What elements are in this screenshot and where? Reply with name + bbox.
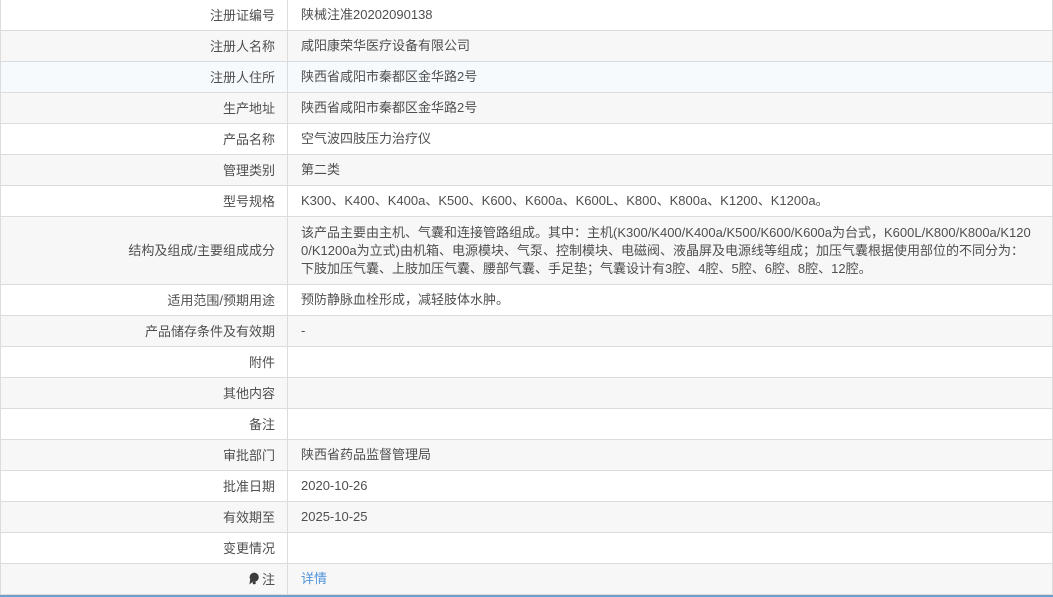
note-label: 注 [262,571,275,588]
row-value: 陕械注准20202090138 [301,6,433,24]
row-value: K300、K400、K400a、K500、K600、K600a、K600L、K8… [301,192,829,210]
row-label: 附件 [1,347,288,377]
table-row-intended-use: 适用范围/预期用途 预防静脉血栓形成，减轻肢体水肿。 [1,285,1052,316]
table-row-approval-date: 批准日期 2020-10-26 [1,471,1052,502]
table-row-change-status: 变更情况 [1,533,1052,564]
row-label: 备注 [1,409,288,439]
table-row-approval-department: 审批部门 陕西省药品监督管理局 [1,440,1052,471]
row-value: 陕西省药品监督管理局 [301,446,431,464]
row-label: 变更情况 [1,533,288,563]
table-row-model-spec: 型号规格 K300、K400、K400a、K500、K600、K600a、K60… [1,186,1052,217]
table-row-registration-number: 注册证编号 陕械注准20202090138 [1,0,1052,31]
registration-info-table: 注册证编号 陕械注准20202090138 注册人名称 咸阳康荣华医疗设备有限公… [0,0,1053,595]
row-label: 注册证编号 [1,0,288,30]
row-label: 结构及组成/主要组成成分 [1,217,288,284]
row-label: 其他内容 [1,378,288,408]
row-label: 产品储存条件及有效期 [1,316,288,346]
row-label: 注册人住所 [1,62,288,92]
table-row-other-content: 其他内容 [1,378,1052,409]
row-value: 2020-10-26 [301,477,368,495]
row-value: 第二类 [301,161,340,179]
table-row-note: 注 详情 [1,564,1052,595]
row-label: 适用范围/预期用途 [1,285,288,315]
table-row-management-category: 管理类别 第二类 [1,155,1052,186]
row-label: 产品名称 [1,124,288,154]
row-label: 生产地址 [1,93,288,123]
row-value: 预防静脉血栓形成，减轻肢体水肿。 [301,291,509,309]
table-row-registrant-name: 注册人名称 咸阳康荣华医疗设备有限公司 [1,31,1052,62]
table-row-attachments: 附件 [1,347,1052,378]
row-label: 注册人名称 [1,31,288,61]
row-value: - [301,322,305,340]
row-value: 陕西省咸阳市秦都区金华路2号 [301,99,477,117]
row-label: 有效期至 [1,502,288,532]
row-label: 批准日期 [1,471,288,501]
row-label: 管理类别 [1,155,288,185]
table-row-remarks: 备注 [1,409,1052,440]
table-row-production-address: 生产地址 陕西省咸阳市秦都区金华路2号 [1,93,1052,124]
table-row-expiry-date: 有效期至 2025-10-25 [1,502,1052,533]
details-link[interactable]: 详情 [301,570,327,588]
bulb-icon [248,572,260,586]
row-value: 空气波四肢压力治疗仪 [301,130,431,148]
row-label: 注 [1,564,288,594]
row-value: 咸阳康荣华医疗设备有限公司 [301,37,470,55]
table-row-product-name: 产品名称 空气波四肢压力治疗仪 [1,124,1052,155]
table-row-registrant-address: 注册人住所 陕西省咸阳市秦都区金华路2号 [1,62,1052,93]
row-label: 审批部门 [1,440,288,470]
registration-detail-page: 注册证编号 陕械注准20202090138 注册人名称 咸阳康荣华医疗设备有限公… [0,0,1053,597]
row-value: 2025-10-25 [301,508,368,526]
table-row-storage-validity: 产品储存条件及有效期 - [1,316,1052,347]
row-label: 型号规格 [1,186,288,216]
row-value: 该产品主要由主机、气囊和连接管路组成。其中：主机(K300/K400/K400a… [301,224,1034,278]
table-row-structure-composition: 结构及组成/主要组成成分 该产品主要由主机、气囊和连接管路组成。其中：主机(K3… [1,217,1052,285]
row-value: 陕西省咸阳市秦都区金华路2号 [301,68,477,86]
